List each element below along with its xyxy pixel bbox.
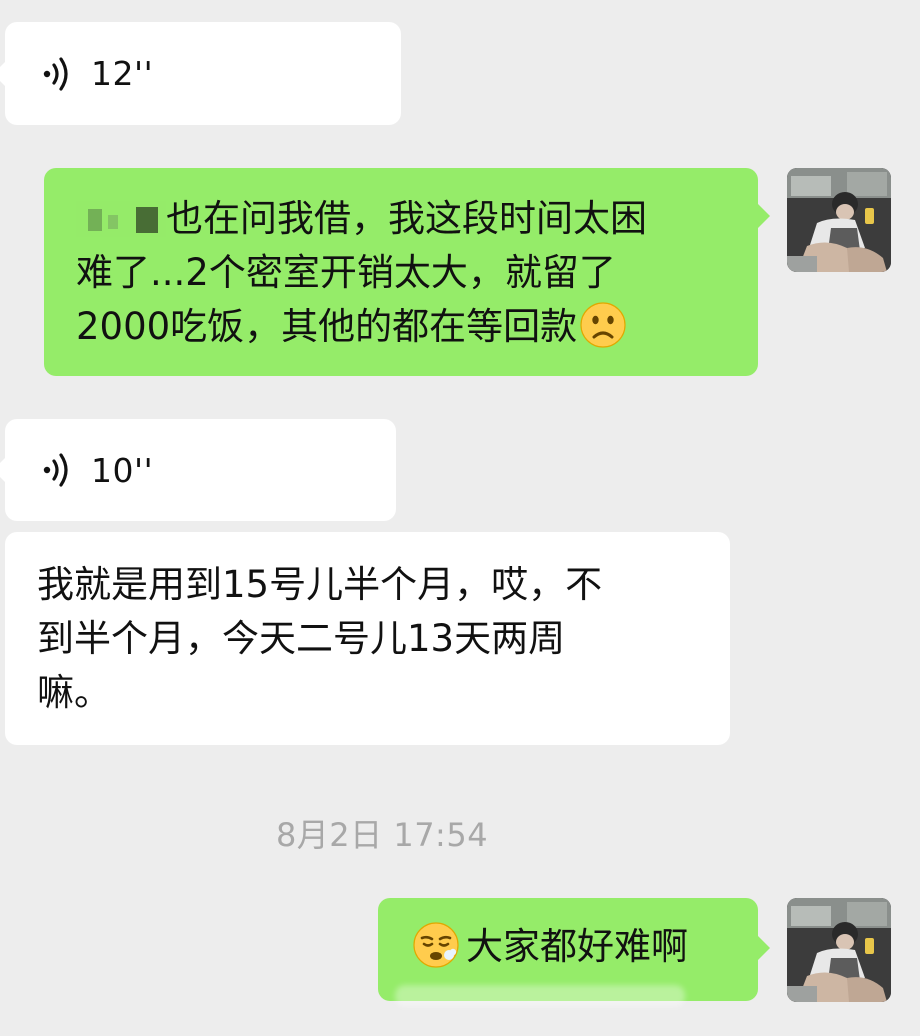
frowning-face-icon (580, 302, 626, 348)
user-avatar[interactable] (787, 168, 891, 272)
avatar-photo (787, 898, 891, 1002)
persevering-face-icon (413, 922, 459, 968)
voice-wave-icon (43, 453, 68, 487)
text-message-2[interactable]: 也在问我借，我这段时间太困 难了...2个密室开销太大，就留了 2000吃饭，其… (44, 168, 770, 376)
voice-duration: 12'' (91, 54, 154, 93)
voice-message-1[interactable]: 12'' (0, 22, 401, 125)
message-line: 也在问我借，我这段时间太困 (76, 192, 738, 246)
bubble-tail (758, 204, 770, 228)
message-line: 难了...2个密室开销太大，就留了 (76, 251, 616, 294)
bubble-tail (0, 458, 5, 482)
message-line: 到半个月，今天二号儿13天两周 (37, 617, 566, 660)
redacted-name (76, 197, 166, 237)
voice-message-3[interactable]: 10'' (0, 419, 396, 521)
blur-artifact (395, 985, 685, 1007)
message-line: 嘛。 (37, 671, 111, 714)
message-line: 我就是用到15号儿半个月，哎，不 (37, 563, 603, 606)
chat-timestamp: 8月2日 17:54 (275, 816, 489, 854)
message-line: 大家都好难啊 (412, 920, 738, 974)
voice-wave-icon (43, 56, 68, 91)
text-message-4[interactable]: 我就是用到15号儿半个月，哎，不 到半个月，今天二号儿13天两周 嘛。 (5, 532, 730, 745)
message-line: 2000吃饭，其他的都在等回款 (76, 300, 738, 354)
user-avatar[interactable] (787, 898, 891, 1002)
bubble-tail (758, 936, 770, 960)
voice-duration: 10'' (91, 450, 154, 490)
avatar-photo (787, 168, 891, 272)
bubble-tail (0, 62, 5, 86)
